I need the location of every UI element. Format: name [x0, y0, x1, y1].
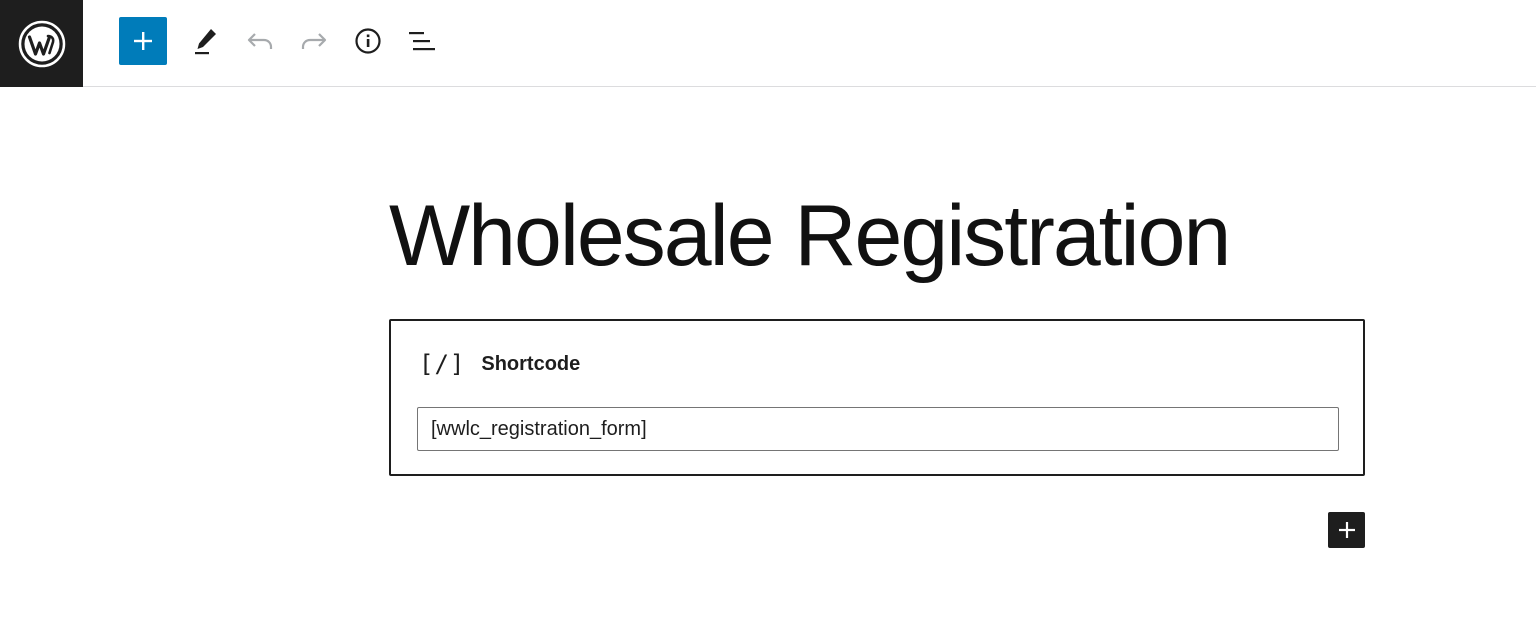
- undo-button[interactable]: [236, 17, 284, 65]
- undo-icon: [247, 33, 273, 49]
- shortcode-block[interactable]: [/] Shortcode: [389, 319, 1365, 476]
- list-view-icon: [409, 32, 435, 51]
- tools-button[interactable]: [182, 17, 230, 65]
- redo-icon: [301, 33, 327, 49]
- shortcode-input[interactable]: [417, 407, 1339, 451]
- details-button[interactable]: [344, 17, 392, 65]
- info-icon: [355, 28, 381, 54]
- document-overview-button[interactable]: [398, 17, 446, 65]
- plus-icon: [134, 32, 152, 50]
- editor-toolbar: [0, 0, 1536, 87]
- pencil-icon: [195, 29, 216, 55]
- add-block-button[interactable]: [1328, 512, 1365, 548]
- post-title[interactable]: Wholesale Registration: [389, 186, 1231, 286]
- wordpress-logo-button[interactable]: [0, 0, 83, 87]
- shortcode-block-header: [/] Shortcode: [419, 349, 580, 379]
- plus-icon: [1338, 522, 1355, 538]
- block-inserter-button[interactable]: [119, 17, 167, 65]
- wordpress-logo-icon: [18, 20, 65, 67]
- shortcode-icon: [/]: [419, 350, 466, 378]
- redo-button[interactable]: [290, 17, 338, 65]
- shortcode-block-label: Shortcode: [481, 352, 581, 375]
